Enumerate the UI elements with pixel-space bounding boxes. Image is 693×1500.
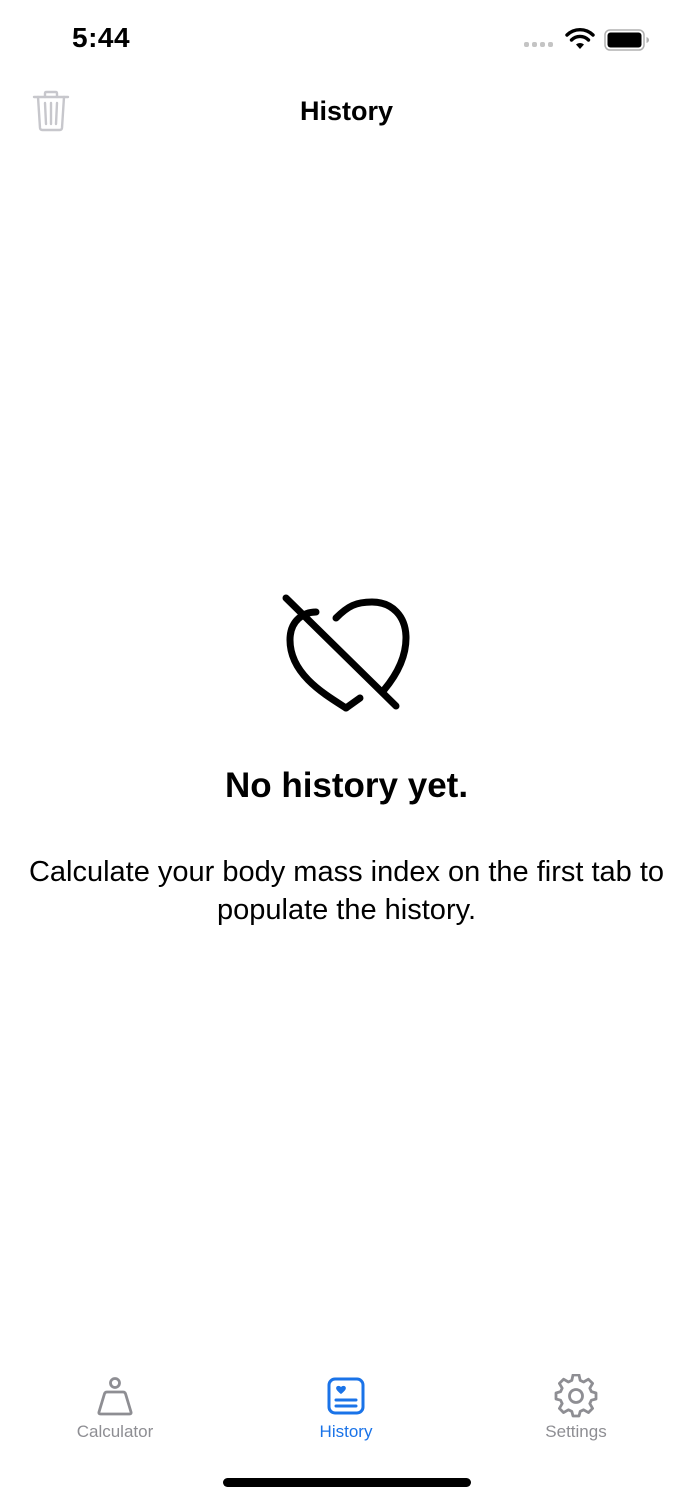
battery-icon bbox=[604, 29, 649, 51]
tab-calculator-label: Calculator bbox=[76, 1422, 154, 1441]
gear-icon bbox=[554, 1374, 598, 1418]
scale-weight-icon bbox=[97, 1377, 133, 1416]
tab-history-label: History bbox=[319, 1422, 373, 1441]
cellular-signal-icon bbox=[524, 42, 553, 47]
history-list-icon bbox=[327, 1377, 365, 1415]
tab-calculator[interactable]: Calculator bbox=[25, 1360, 205, 1450]
navigation-bar: History bbox=[0, 80, 693, 144]
home-indicator[interactable] bbox=[223, 1478, 471, 1487]
tab-settings[interactable]: Settings bbox=[486, 1360, 666, 1450]
status-bar: 5:44 bbox=[0, 0, 693, 80]
wifi-icon bbox=[565, 28, 595, 49]
empty-state-message: Calculate your body mass index on the fi… bbox=[28, 856, 665, 926]
tab-settings-label: Settings bbox=[545, 1422, 607, 1441]
empty-state-title: No history yet. bbox=[224, 766, 469, 805]
page-title: History bbox=[299, 96, 394, 126]
tab-bar: Calculator History Settings bbox=[0, 1360, 693, 1460]
status-time: 5:44 bbox=[72, 22, 131, 53]
heart-slash-icon bbox=[282, 594, 410, 712]
tab-history[interactable]: History bbox=[256, 1360, 436, 1450]
